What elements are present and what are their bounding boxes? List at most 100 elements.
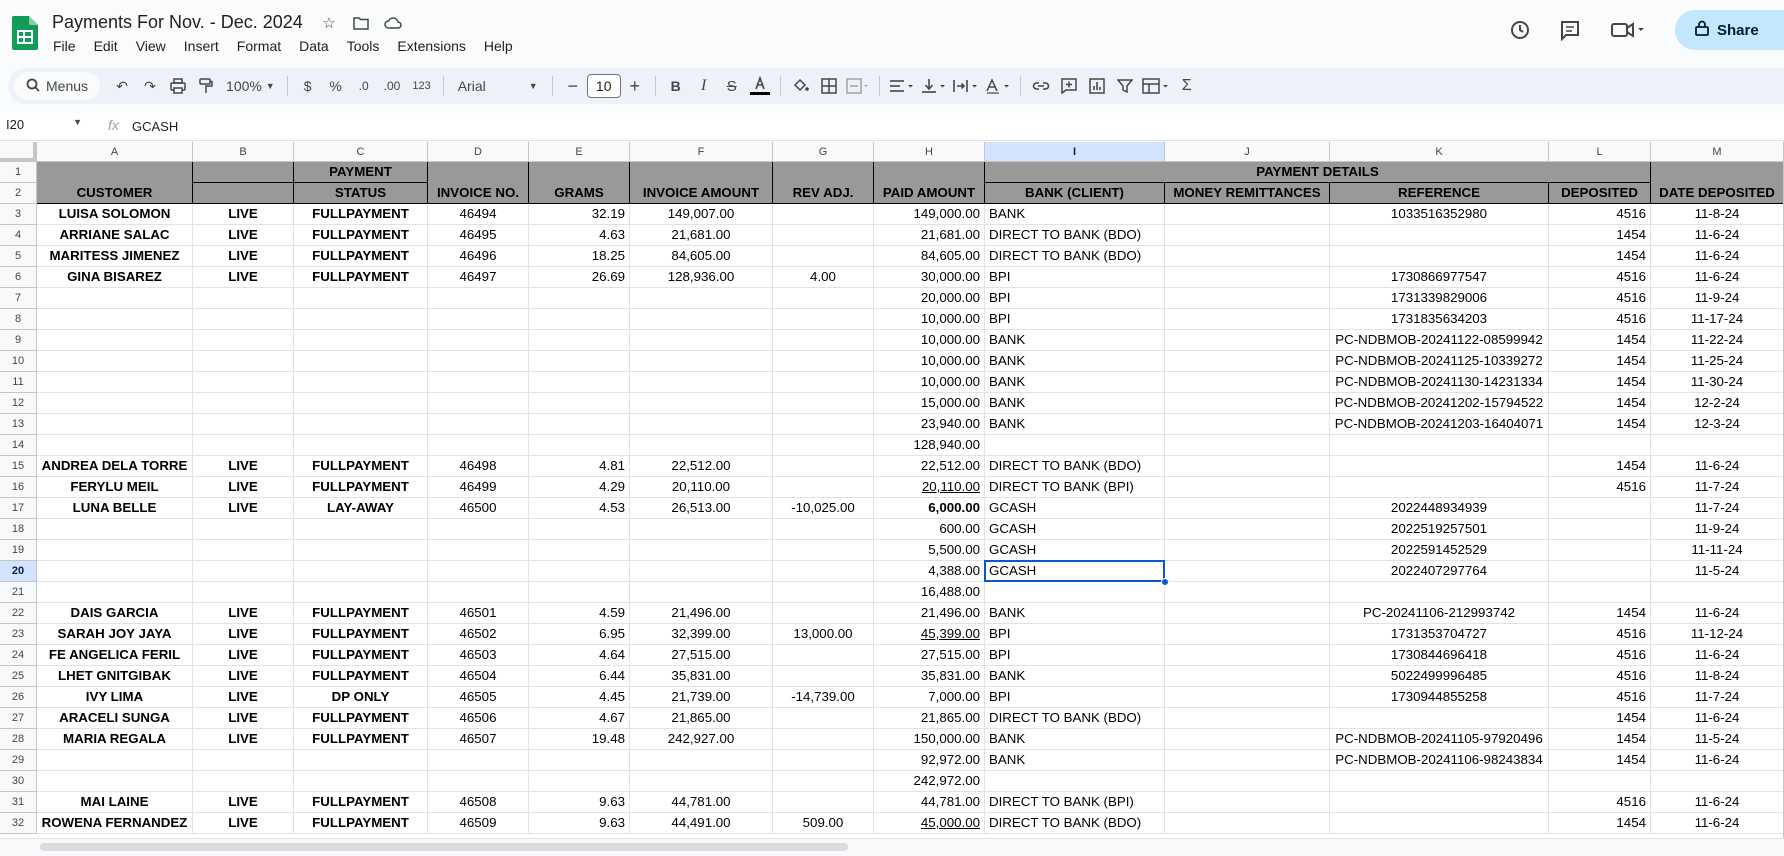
cell-k20[interactable]: 2022407297764 <box>1330 561 1549 582</box>
cell-d20[interactable] <box>428 561 529 582</box>
cell-i24[interactable]: BPI <box>985 645 1165 666</box>
cell-h28[interactable]: 150,000.00 <box>874 729 985 750</box>
cell-f3[interactable]: 149,007.00 <box>630 204 773 225</box>
cell-l14[interactable] <box>1549 435 1651 456</box>
cell-f8[interactable] <box>630 309 773 330</box>
cell-c30[interactable] <box>294 771 428 792</box>
cell-k12[interactable]: PC-NDBMOB-20241202-15794522 <box>1330 393 1549 414</box>
cell-b25[interactable]: LIVE <box>193 666 294 687</box>
cell-i17[interactable]: GCASH <box>985 498 1165 519</box>
cell-m20[interactable]: 11-5-24 <box>1651 561 1784 582</box>
cell-i7[interactable]: BPI <box>985 288 1165 309</box>
cell-f17[interactable]: 26,513.00 <box>630 498 773 519</box>
cell-g10[interactable] <box>773 351 874 372</box>
scrollbar-thumb[interactable] <box>40 843 848 851</box>
cell-m26[interactable]: 11-7-24 <box>1651 687 1784 708</box>
cell-a29[interactable] <box>37 750 193 771</box>
cell-e4[interactable]: 4.63 <box>529 225 630 246</box>
cell-c31[interactable]: FULLPAYMENT <box>294 792 428 813</box>
text-wrapping-icon[interactable] <box>950 72 982 100</box>
cell-h8[interactable]: 10,000.00 <box>874 309 985 330</box>
cell-d31[interactable]: 46508 <box>428 792 529 813</box>
cell-f19[interactable] <box>630 540 773 561</box>
menu-edit[interactable]: Edit <box>85 36 127 56</box>
cell-h16[interactable]: 20,110.00 <box>874 477 985 498</box>
cell-j11[interactable] <box>1165 372 1330 393</box>
comments-icon[interactable] <box>1554 14 1586 46</box>
cell-a3[interactable]: LUISA SOLOMON <box>37 204 193 225</box>
cell-f31[interactable]: 44,781.00 <box>630 792 773 813</box>
cell-m32[interactable]: 11-6-24 <box>1651 813 1784 834</box>
cell-m28[interactable]: 11-5-24 <box>1651 729 1784 750</box>
cell-k6[interactable]: 1730866977547 <box>1330 267 1549 288</box>
row-header-5[interactable]: 5 <box>0 246 37 267</box>
cell-e15[interactable]: 4.81 <box>529 456 630 477</box>
cell-e30[interactable] <box>529 771 630 792</box>
fill-handle[interactable] <box>1161 578 1169 586</box>
cell-g9[interactable] <box>773 330 874 351</box>
cell-e6[interactable]: 26.69 <box>529 267 630 288</box>
cell-b14[interactable] <box>193 435 294 456</box>
cell-g19[interactable] <box>773 540 874 561</box>
cell-f9[interactable] <box>630 330 773 351</box>
cell-k27[interactable] <box>1330 708 1549 729</box>
cell-g4[interactable] <box>773 225 874 246</box>
menu-extensions[interactable]: Extensions <box>388 36 474 56</box>
cell-g32[interactable]: 509.00 <box>773 813 874 834</box>
cell-f11[interactable] <box>630 372 773 393</box>
meet-video-icon[interactable] <box>1604 14 1652 46</box>
cell-i9[interactable]: BANK <box>985 330 1165 351</box>
cell-g14[interactable] <box>773 435 874 456</box>
header-cell-g[interactable]: REV ADJ. <box>773 162 874 204</box>
cell-g15[interactable] <box>773 456 874 477</box>
cell-m13[interactable]: 12-3-24 <box>1651 414 1784 435</box>
row-header-13[interactable]: 13 <box>0 414 37 435</box>
cell-i22[interactable]: BANK <box>985 603 1165 624</box>
row-header-25[interactable]: 25 <box>0 666 37 687</box>
cell-l3[interactable]: 4516 <box>1549 204 1651 225</box>
zoom-select[interactable]: 100% ▼ <box>220 72 281 100</box>
cell-k3[interactable]: 1033516352980 <box>1330 204 1549 225</box>
cell-l24[interactable]: 4516 <box>1549 645 1651 666</box>
cell-k29[interactable]: PC-NDBMOB-20241106-98243834 <box>1330 750 1549 771</box>
cell-e18[interactable] <box>529 519 630 540</box>
cell-i19[interactable]: GCASH <box>985 540 1165 561</box>
menus-search[interactable]: Menus <box>14 72 101 100</box>
row-header-32[interactable]: 32 <box>0 813 37 834</box>
cell-h19[interactable]: 5,500.00 <box>874 540 985 561</box>
spreadsheet-grid[interactable]: A B C D E F G H I J K L M 1 2 3 4 5 6 7 8 9 10 11 12 13 14 15 16 17 18… <box>0 142 1784 838</box>
move-folder-icon[interactable] <box>350 12 372 34</box>
menu-insert[interactable]: Insert <box>175 36 228 56</box>
cell-k8[interactable]: 1731835634203 <box>1330 309 1549 330</box>
cell-a7[interactable] <box>37 288 193 309</box>
cell-m25[interactable]: 11-8-24 <box>1651 666 1784 687</box>
cell-b24[interactable]: LIVE <box>193 645 294 666</box>
cell-j5[interactable] <box>1165 246 1330 267</box>
cell-a13[interactable] <box>37 414 193 435</box>
cell-b30[interactable] <box>193 771 294 792</box>
cell-b8[interactable] <box>193 309 294 330</box>
column-header-m[interactable]: M <box>1651 142 1784 162</box>
column-header-d[interactable]: D <box>428 142 529 162</box>
cell-e26[interactable]: 4.45 <box>529 687 630 708</box>
cell-m24[interactable]: 11-6-24 <box>1651 645 1784 666</box>
cell-i18[interactable]: GCASH <box>985 519 1165 540</box>
header-cell-l[interactable]: DEPOSITED <box>1549 183 1651 204</box>
cell-f22[interactable]: 21,496.00 <box>630 603 773 624</box>
cell-k18[interactable]: 2022519257501 <box>1330 519 1549 540</box>
row-header-4[interactable]: 4 <box>0 225 37 246</box>
cell-j10[interactable] <box>1165 351 1330 372</box>
cell-e8[interactable] <box>529 309 630 330</box>
cell-b13[interactable] <box>193 414 294 435</box>
header-cell-a[interactable]: CUSTOMER <box>37 162 193 204</box>
cell-g5[interactable] <box>773 246 874 267</box>
cell-k32[interactable] <box>1330 813 1549 834</box>
cell-j17[interactable] <box>1165 498 1330 519</box>
decrease-font-size-button[interactable]: − <box>559 72 587 100</box>
cell-m27[interactable]: 11-6-24 <box>1651 708 1784 729</box>
star-icon[interactable]: ☆ <box>318 12 340 34</box>
print-icon[interactable] <box>164 72 192 100</box>
cell-d12[interactable] <box>428 393 529 414</box>
cell-m8[interactable]: 11-17-24 <box>1651 309 1784 330</box>
cell-d15[interactable]: 46498 <box>428 456 529 477</box>
